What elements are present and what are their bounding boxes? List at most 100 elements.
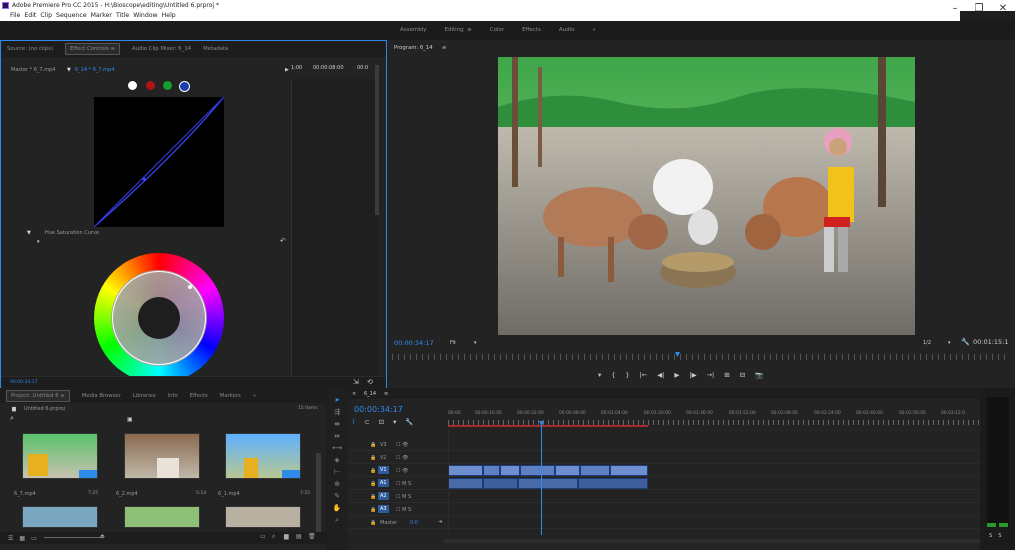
- video-clip[interactable]: [500, 465, 520, 476]
- nest-icon[interactable]: ⊡: [379, 418, 384, 426]
- resolution-select[interactable]: 1/2: [923, 340, 931, 346]
- track-v1[interactable]: 🔒 V1 ☐ 👁: [348, 465, 980, 477]
- workspace-editing[interactable]: Editing ≡: [445, 27, 472, 33]
- snap-icon[interactable]: ⌇: [352, 418, 355, 426]
- fit-select[interactable]: Fit: [450, 340, 456, 346]
- timeline-ruler[interactable]: 00:00 00:00:16:00 00:00:32:00 00:00:48:0…: [448, 411, 980, 427]
- new-bin-icon[interactable]: ▣: [127, 416, 133, 423]
- maximize-button[interactable]: ❐: [967, 0, 991, 20]
- ec-keyframe-area[interactable]: [291, 79, 377, 379]
- workspace-assembly[interactable]: Assembly: [400, 27, 427, 33]
- add-marker-timeline-icon[interactable]: ▾: [393, 418, 396, 426]
- project-item-name[interactable]: 6_7.mp4: [14, 491, 36, 497]
- video-clip[interactable]: [448, 465, 483, 476]
- solo-right-button[interactable]: S: [998, 533, 1001, 539]
- mark-out-icon[interactable]: }: [625, 371, 629, 379]
- timeline-menu-icon[interactable]: ≡: [384, 391, 388, 397]
- list-view-icon[interactable]: ☰: [8, 535, 13, 542]
- slide-tool-icon[interactable]: ⊕: [327, 478, 347, 490]
- project-scrollbar[interactable]: [316, 453, 321, 533]
- track-lock-icon[interactable]: 🔒: [370, 442, 376, 448]
- clip-dropdown-icon[interactable]: ▼: [67, 67, 71, 73]
- icon-view-icon[interactable]: ▦: [19, 535, 25, 542]
- audio-clip[interactable]: [448, 478, 483, 489]
- razor-tool-icon[interactable]: ◈: [327, 454, 347, 466]
- program-time-ruler[interactable]: [392, 354, 1007, 360]
- menu-marker[interactable]: Marker: [91, 11, 112, 21]
- project-item-thumbnail[interactable]: [225, 433, 301, 479]
- project-search-input[interactable]: [20, 416, 120, 424]
- tab-libraries[interactable]: Libraries: [133, 393, 156, 399]
- track-lock-icon[interactable]: 🔒: [370, 494, 376, 500]
- export-frame-camera-icon[interactable]: 📷: [755, 371, 763, 379]
- track-lock-icon[interactable]: 🔒: [370, 468, 376, 474]
- tab-source[interactable]: Source: (no clips): [7, 46, 53, 52]
- ripple-edit-tool-icon[interactable]: ⇼: [327, 418, 347, 430]
- project-item-thumbnail[interactable]: [124, 506, 200, 528]
- program-monitor-title[interactable]: Program: 6_14: [394, 45, 433, 51]
- master-clip-label[interactable]: Master * 6_7.mp4: [11, 67, 55, 73]
- curve-channel-white-button[interactable]: [128, 81, 137, 90]
- hue-sat-expand-icon[interactable]: ▼: [27, 230, 31, 236]
- master-value[interactable]: 0.0: [410, 520, 418, 526]
- track-buttons[interactable]: ☐ 👁: [396, 455, 408, 461]
- freeform-view-icon[interactable]: ▭: [31, 535, 37, 542]
- extract-icon[interactable]: ⊟: [740, 371, 745, 379]
- tab-markers[interactable]: Markers: [220, 393, 241, 399]
- curve-channel-blue-button[interactable]: [179, 81, 190, 92]
- workspace-menu-icon[interactable]: ≡: [467, 27, 472, 33]
- project-item-name[interactable]: 6_1.mp4: [218, 491, 240, 497]
- program-timecode[interactable]: 00:00:34:17: [394, 339, 434, 347]
- clear-icon[interactable]: 🗑: [308, 533, 316, 540]
- hue-sat-dropdown-icon[interactable]: ▾: [37, 239, 40, 245]
- project-item-name[interactable]: 6_2.mp4: [116, 491, 138, 497]
- track-lock-icon[interactable]: 🔒: [370, 455, 376, 461]
- tab-audio-clip-mixer[interactable]: Audio Clip Mixer: 6_14: [132, 46, 191, 52]
- hand-tool-icon[interactable]: ✋: [327, 502, 347, 514]
- track-lock-icon[interactable]: 🔒: [370, 520, 376, 526]
- selection-tool-icon[interactable]: ➤: [327, 394, 347, 406]
- menu-clip[interactable]: Clip: [40, 11, 52, 21]
- go-to-out-icon[interactable]: →|: [707, 371, 715, 379]
- fit-dropdown-icon[interactable]: ▾: [474, 340, 477, 346]
- mark-in-icon[interactable]: {: [611, 371, 615, 379]
- lift-icon[interactable]: ⊞: [724, 371, 729, 379]
- tab-more-icon[interactable]: »: [253, 393, 256, 399]
- track-buttons[interactable]: ☐ M S: [396, 494, 411, 500]
- audio-clip[interactable]: [518, 478, 578, 489]
- tab-project[interactable]: Project: Untitled 6 ≡: [6, 390, 70, 402]
- zoom-tool-icon[interactable]: ⌕: [327, 514, 347, 526]
- project-item-thumbnail[interactable]: [124, 433, 200, 479]
- program-menu-icon[interactable]: ≡: [442, 45, 446, 51]
- find-icon[interactable]: ⌕: [272, 533, 275, 541]
- tab-menu-icon[interactable]: ≡: [111, 46, 115, 52]
- track-lock-icon[interactable]: 🔒: [370, 507, 376, 513]
- video-clip[interactable]: [555, 465, 580, 476]
- add-marker-icon[interactable]: ▾: [598, 371, 601, 379]
- video-clip[interactable]: [520, 465, 555, 476]
- tab-info[interactable]: Info: [168, 393, 178, 399]
- export-frame-icon[interactable]: ⇲: [353, 378, 359, 386]
- tab-project-menu-icon[interactable]: ≡: [60, 393, 64, 399]
- settings-wrench-icon[interactable]: 🔧: [961, 338, 970, 346]
- wheel-control-point[interactable]: [188, 285, 192, 289]
- slip-tool-icon[interactable]: ⊢: [327, 466, 347, 478]
- timeline-scrollbar[interactable]: [444, 539, 980, 543]
- curve-channel-green-button[interactable]: [163, 81, 172, 90]
- tab-media-browser[interactable]: Media Browser: [82, 393, 121, 399]
- track-lock-icon[interactable]: 🔒: [370, 481, 376, 487]
- menu-file[interactable]: File: [10, 11, 20, 21]
- workspace-more-icon[interactable]: »: [593, 27, 596, 33]
- new-bin-footer-icon[interactable]: ▆: [284, 533, 289, 540]
- track-a2[interactable]: 🔒 A2 ☐ M S: [348, 491, 980, 503]
- menu-help[interactable]: Help: [162, 11, 176, 21]
- play-icon[interactable]: ▶: [674, 371, 679, 379]
- solo-left-button[interactable]: S: [989, 533, 992, 539]
- rgb-curve-graph[interactable]: [94, 97, 224, 227]
- sort-icon[interactable]: ⬘: [100, 533, 105, 540]
- tab-effects[interactable]: Effects: [190, 393, 208, 399]
- track-v3[interactable]: 🔒 V3 ☐ 👁: [348, 439, 980, 451]
- timeline-tab[interactable]: 6_14: [364, 391, 376, 397]
- track-v2[interactable]: 🔒 V2 ☐ 👁: [348, 452, 980, 464]
- go-to-in-icon[interactable]: |←: [640, 371, 648, 379]
